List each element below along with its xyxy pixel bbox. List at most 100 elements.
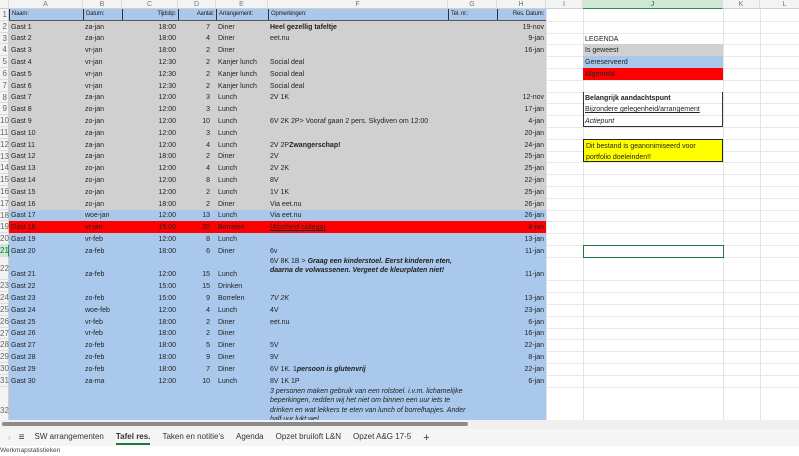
row-header-9[interactable]: 9 <box>0 103 9 116</box>
cell-g23[interactable] <box>448 280 497 292</box>
cell-f26[interactable]: eet.nu <box>268 316 448 328</box>
cell-d31[interactable]: 10 <box>178 375 212 387</box>
row-header-10[interactable]: 10 <box>0 115 9 127</box>
cell-e31[interactable]: Lunch <box>216 375 268 387</box>
cell-e3[interactable]: Diner <box>216 33 268 45</box>
cell-b29[interactable]: zo-feb <box>83 351 122 363</box>
cell-g5[interactable] <box>448 56 497 68</box>
cell-h8[interactable]: 12-nov <box>497 92 546 104</box>
cell-b16[interactable]: zo-jan <box>83 186 122 198</box>
cell-g20[interactable] <box>448 233 497 245</box>
row-header-6[interactable]: 6 <box>0 68 9 80</box>
column-header-b[interactable]: B <box>83 0 122 9</box>
cell-g12[interactable] <box>448 139 497 151</box>
cell-c26[interactable]: 18:00 <box>122 316 178 328</box>
cell-c19[interactable]: 15:00 <box>122 221 178 233</box>
cell-g25[interactable] <box>448 304 497 316</box>
cell-c14[interactable]: 12:00 <box>122 162 178 174</box>
cell-c23[interactable]: 15:00 <box>122 280 178 292</box>
cell-a1[interactable]: Naam: <box>9 9 83 20</box>
cell-d27[interactable]: 2 <box>178 328 212 340</box>
cell-h16[interactable]: 25-jan <box>497 186 546 198</box>
cell-d4[interactable]: 2 <box>178 44 212 56</box>
cell-g31[interactable] <box>448 375 497 387</box>
cell-a29[interactable]: Gast 28 <box>9 351 83 363</box>
cell-d30[interactable]: 7 <box>178 363 212 375</box>
cell-c18[interactable]: 12:00 <box>122 210 178 222</box>
cell-e9[interactable]: Lunch <box>216 103 268 115</box>
add-sheet-icon[interactable]: + <box>423 432 429 444</box>
column-header-a[interactable]: A <box>9 0 83 9</box>
cell-c22[interactable]: 12:00 <box>122 257 178 281</box>
cell-e22[interactable]: Lunch <box>216 257 268 281</box>
cell-e13[interactable]: Diner <box>216 151 268 163</box>
cell-f30[interactable]: 6V 1K. 1 persoon is glutenvrij <box>268 363 448 375</box>
cell-f20[interactable] <box>268 233 448 245</box>
cell-d3[interactable]: 4 <box>178 33 212 45</box>
cell-e23[interactable]: Drinken <box>216 280 268 292</box>
cell-c6[interactable]: 12:30 <box>122 68 178 80</box>
cell-c21[interactable]: 18:00 <box>122 245 178 257</box>
cell-b31[interactable]: za-ma <box>83 375 122 387</box>
cell-c25[interactable]: 12:00 <box>122 304 178 316</box>
cell-h28[interactable]: 22-jan <box>497 339 546 351</box>
cell-g30[interactable] <box>448 363 497 375</box>
cell-e11[interactable]: Lunch <box>216 127 268 139</box>
cell-d8[interactable]: 3 <box>178 92 212 104</box>
cell-g32[interactable] <box>448 387 497 420</box>
cell-h26[interactable]: 6-jan <box>497 316 546 328</box>
cell-e12[interactable]: Lunch <box>216 139 268 151</box>
cell-e28[interactable]: Diner <box>216 339 268 351</box>
cell-c1[interactable]: Tijdstip: <box>122 9 178 20</box>
cell-b6[interactable]: vr-jan <box>83 68 122 80</box>
spreadsheet-grid[interactable]: A B C D E F G H I J K L 1 Naam: Datum: Tijdstip: Aantal:… <box>0 0 799 420</box>
column-header-j[interactable]: J <box>583 0 723 9</box>
cell-e21[interactable]: Diner <box>216 245 268 257</box>
cell-a7[interactable]: Gast 6 <box>9 80 83 92</box>
column-header-f[interactable]: F <box>268 0 448 9</box>
cell-g11[interactable] <box>448 127 497 139</box>
column-header-k[interactable]: K <box>723 0 760 9</box>
cell-e7[interactable]: Kanjer lunch <box>216 80 268 92</box>
cell-e30[interactable]: Diner <box>216 363 268 375</box>
cell-c3[interactable]: 18:00 <box>122 33 178 45</box>
cell-a14[interactable]: Gast 13 <box>9 162 83 174</box>
cell-b17[interactable]: zo-jan <box>83 198 122 210</box>
cell-e17[interactable]: Diner <box>216 198 268 210</box>
cell-h9[interactable]: 17-jan <box>497 103 546 115</box>
cell-h6[interactable] <box>497 68 546 80</box>
scroll-tabs-right-icon[interactable]: › <box>8 433 11 442</box>
cell-f5[interactable]: Social deal <box>268 56 448 68</box>
cell-b23[interactable] <box>83 280 122 292</box>
cell-g27[interactable] <box>448 328 497 340</box>
column-header-h[interactable]: H <box>497 0 546 9</box>
cell-b3[interactable]: za-jan <box>83 33 122 45</box>
row-header-26[interactable]: 26 <box>0 315 9 328</box>
cell-f8[interactable]: 2V 1K <box>268 92 448 104</box>
cell-g3[interactable] <box>448 33 497 45</box>
cell-e1[interactable]: Arrangement: <box>216 9 268 20</box>
cell-b7[interactable]: vr-jan <box>83 80 122 92</box>
cell-b18[interactable]: woe-jan <box>83 210 122 222</box>
cell-f9[interactable] <box>268 103 448 115</box>
cell-a25[interactable]: Gast 24 <box>9 304 83 316</box>
cell-b21[interactable]: za-feb <box>83 245 122 257</box>
cell-a6[interactable]: Gast 5 <box>9 68 83 80</box>
cell-d2[interactable]: 7 <box>178 21 212 33</box>
cell-a19[interactable]: Gast 18 <box>9 221 83 233</box>
cell-g29[interactable] <box>448 351 497 363</box>
row-header-13[interactable]: 13 <box>0 150 9 163</box>
cell-f21[interactable]: 6v <box>268 245 448 257</box>
cell-d26[interactable]: 2 <box>178 316 212 328</box>
cell-h12[interactable]: 24-jan <box>497 139 546 151</box>
row-header-7[interactable]: 7 <box>0 79 9 92</box>
cell-e19[interactable]: Borrelen <box>216 221 268 233</box>
cell-a2[interactable]: Gast 1 <box>9 21 83 33</box>
row-header-4[interactable]: 4 <box>0 44 9 57</box>
cell-h2[interactable]: 19-nov <box>497 21 546 33</box>
cell-b12[interactable]: za-jan <box>83 139 122 151</box>
cell-e16[interactable]: Lunch <box>216 186 268 198</box>
cell-c12[interactable]: 12:00 <box>122 139 178 151</box>
cell-c16[interactable]: 12:00 <box>122 186 178 198</box>
cell-b32[interactable]: za-ma <box>83 387 122 420</box>
